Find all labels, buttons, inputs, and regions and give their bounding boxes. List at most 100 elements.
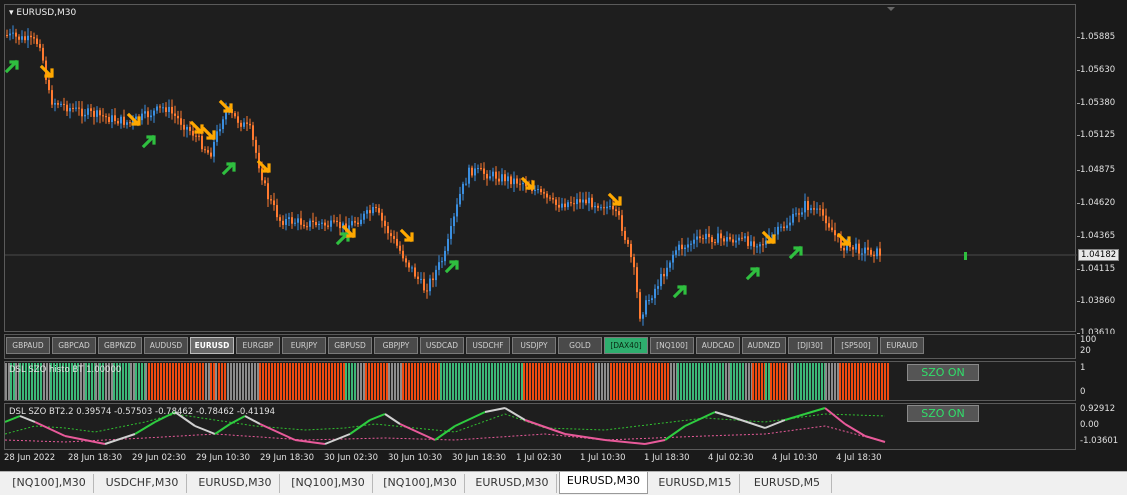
symbol-button-audnzd[interactable]: AUDNZD bbox=[742, 337, 786, 354]
histogram-bar bbox=[166, 363, 168, 400]
histogram-scale: 10 bbox=[1077, 361, 1127, 401]
chart-tab[interactable]: EURUSD,M30 bbox=[468, 474, 557, 493]
histogram-bar bbox=[199, 363, 201, 400]
sell-signal-arrow-icon bbox=[399, 228, 414, 243]
candle-body bbox=[738, 237, 740, 241]
candle-body bbox=[219, 129, 221, 132]
candle-body bbox=[357, 222, 359, 225]
candle-body bbox=[861, 253, 863, 255]
price-chart-pane[interactable]: ▾ EURUSD,M30 bbox=[4, 4, 1077, 333]
candle-body bbox=[501, 174, 503, 182]
histogram-bar bbox=[806, 363, 808, 400]
histogram-bar bbox=[821, 363, 823, 400]
symbol-button-gbpjpy[interactable]: GBPJPY bbox=[374, 337, 418, 354]
chart-tab[interactable]: [NQ100],M30 bbox=[5, 474, 94, 493]
candle-body bbox=[252, 125, 254, 140]
candle-body bbox=[543, 192, 545, 194]
histogram-szo-on-button[interactable]: SZO ON bbox=[907, 364, 979, 381]
histogram-bar bbox=[363, 363, 365, 400]
candle-body bbox=[420, 278, 422, 280]
chart-tab[interactable]: EURUSD,M15 bbox=[651, 474, 740, 493]
histogram-bar bbox=[438, 363, 440, 400]
candle-body bbox=[87, 108, 89, 115]
symbol-button-usdjpy[interactable]: USDJPY bbox=[512, 337, 556, 354]
symbol-button-eurusd[interactable]: EURUSD bbox=[190, 337, 234, 354]
histogram-bar bbox=[722, 363, 724, 400]
candle-body bbox=[378, 208, 380, 213]
candle-body bbox=[93, 110, 95, 117]
symbol-button-dax40[interactable]: [DAX40] bbox=[604, 337, 648, 354]
symbol-button-gbpaud[interactable]: GBPAUD bbox=[6, 337, 50, 354]
candle-body bbox=[414, 267, 416, 277]
oscillator-line-segment bbox=[384, 413, 401, 425]
price-scale[interactable]: 1.05885 1.05630 1.05380 1.05125 1.04875 1.046… bbox=[1077, 4, 1127, 338]
candle-body bbox=[108, 117, 110, 122]
candle-body bbox=[381, 212, 383, 221]
symbol-button-usdchf[interactable]: USDCHF bbox=[466, 337, 510, 354]
histogram-bar bbox=[739, 363, 741, 400]
candle-body bbox=[681, 244, 683, 250]
candle-body bbox=[150, 115, 152, 118]
symbol-button-dji30[interactable]: [DJI30] bbox=[788, 337, 832, 354]
symbol-button-gbpusd[interactable]: GBPUSD bbox=[328, 337, 372, 354]
candle-body bbox=[375, 207, 377, 209]
candle-body bbox=[687, 244, 689, 248]
candle-body bbox=[702, 238, 704, 240]
candle-body bbox=[678, 244, 680, 251]
histogram-bar bbox=[869, 363, 871, 400]
symbol-button-usdcad[interactable]: USDCAD bbox=[420, 337, 464, 354]
chart-tab[interactable]: EURUSD,M5 bbox=[743, 474, 832, 493]
price-chart-canvas[interactable] bbox=[5, 5, 1077, 333]
candle-body bbox=[84, 114, 86, 117]
histogram-bar bbox=[773, 363, 775, 400]
chart-tab[interactable]: EURUSD,M30 bbox=[559, 472, 648, 494]
symbol-button-gbpnzd[interactable]: GBPNZD bbox=[98, 337, 142, 354]
candle-body bbox=[213, 141, 215, 157]
histogram-scale-label: 1 bbox=[1080, 363, 1086, 373]
candle-body bbox=[747, 236, 749, 246]
histogram-bar bbox=[210, 363, 212, 400]
histogram-bar bbox=[728, 363, 730, 400]
candle-body bbox=[807, 201, 809, 211]
candle-body bbox=[285, 219, 287, 225]
histogram-bar bbox=[625, 363, 627, 400]
symbol-button-sp500[interactable]: [SP500] bbox=[834, 337, 878, 354]
histogram-bar bbox=[742, 363, 744, 400]
candle-body bbox=[636, 267, 638, 293]
oscillator-line-segment bbox=[294, 439, 326, 445]
histogram-bar bbox=[779, 363, 781, 400]
candle-body bbox=[48, 79, 50, 91]
time-axis-label: 1 Jul 18:30 bbox=[644, 453, 690, 463]
candle-body bbox=[555, 199, 557, 205]
candle-body bbox=[312, 220, 314, 223]
histogram-bar bbox=[476, 363, 478, 400]
candle-body bbox=[408, 262, 410, 268]
histogram-bar bbox=[500, 363, 502, 400]
symbol-button-gold[interactable]: GOLD bbox=[558, 337, 602, 354]
histogram-bar bbox=[497, 363, 499, 400]
chart-menu-triangle-icon[interactable]: ▾ bbox=[9, 8, 14, 18]
chart-tab[interactable]: USDCHF,M30 bbox=[98, 474, 187, 493]
symbol-button-euraud[interactable]: EURAUD bbox=[880, 337, 924, 354]
time-axis[interactable]: 28 Jun 2022 28 Jun 18:30 29 Jun 02:30 29 Ju… bbox=[0, 451, 1127, 467]
oscillator-szo-on-button[interactable]: SZO ON bbox=[907, 405, 979, 422]
histogram-bar bbox=[322, 363, 324, 400]
symbol-button-nq100[interactable]: [NQ100] bbox=[650, 337, 694, 354]
symbol-button-audusd[interactable]: AUDUSD bbox=[144, 337, 188, 354]
chart-tab[interactable]: [NQ100],M30 bbox=[376, 474, 465, 493]
candle-body bbox=[723, 238, 725, 242]
symbol-pane-scale-label: 100 bbox=[1080, 335, 1097, 345]
symbol-button-eurjpy[interactable]: EURJPY bbox=[282, 337, 326, 354]
szo-histogram-pane[interactable]: DSL SZO histo BT 1.00000 SZO ON bbox=[4, 361, 1076, 401]
candle-body bbox=[561, 203, 563, 208]
szo-oscillator-pane[interactable]: DSL SZO BT2.2 0.39574 -0.57503 -0.78462 … bbox=[4, 403, 1076, 450]
candle-body bbox=[675, 250, 677, 255]
symbol-button-audcad[interactable]: AUDCAD bbox=[696, 337, 740, 354]
candle-body bbox=[801, 212, 803, 215]
oscillator-line-segment bbox=[734, 417, 766, 429]
symbol-button-eurgbp[interactable]: EURGBP bbox=[236, 337, 280, 354]
chart-tab[interactable]: [NQ100],M30 bbox=[284, 474, 373, 493]
shift-marker-icon[interactable] bbox=[887, 7, 895, 11]
chart-tab[interactable]: EURUSD,M30 bbox=[191, 474, 280, 493]
symbol-button-gbpcad[interactable]: GBPCAD bbox=[52, 337, 96, 354]
